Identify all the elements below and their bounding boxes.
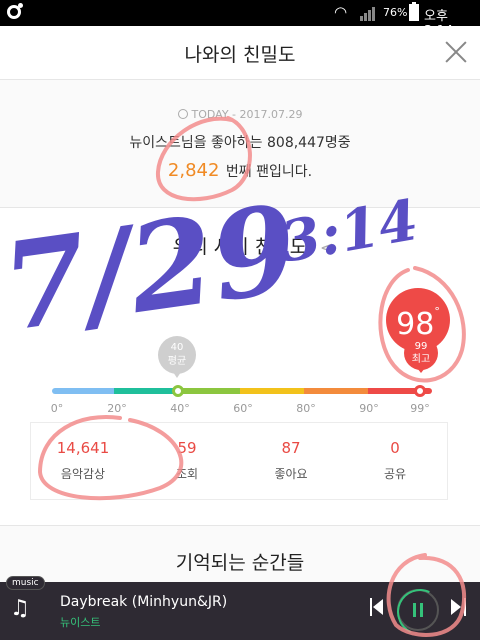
stat-value: 0 [390, 439, 400, 457]
next-track-icon[interactable] [450, 598, 466, 616]
status-bar: ◠ 76% 오후 3:14 [0, 0, 480, 39]
today-rank-section: TODAY - 2017.07.29 뉴이스트님을 좋아하는 808,447명중… [0, 80, 480, 208]
stat-label: 음악감상 [60, 467, 106, 481]
activity-stats: 14,641 음악감상 59 조회 87 좋아요 0 공유 [30, 422, 448, 500]
gauge-average-marker [172, 385, 184, 397]
gauge-my-marker [414, 385, 426, 397]
today-date: 2017.07.29 [239, 108, 303, 121]
average-score-label: 평균 [167, 356, 187, 367]
stat-value: 59 [177, 439, 197, 457]
fan-rank-number: 2,842 [167, 160, 220, 181]
gauge-tick: 20° [107, 402, 127, 415]
pause-icon [420, 603, 423, 617]
song-artist[interactable]: 뉴이스트 [60, 614, 100, 630]
average-score-value: 40 [170, 342, 184, 353]
music-tag: music [6, 576, 45, 590]
stat-shares[interactable]: 0 공유 [343, 423, 447, 499]
intimacy-title: 우리 사이 친밀도 [172, 236, 308, 258]
page-header: 나와의 친밀도 [0, 26, 480, 80]
mini-player[interactable]: music ♫ Daybreak (Minhyun&JR) 뉴이스트 [0, 576, 480, 640]
max-score-pointer [417, 368, 425, 373]
app-logo-icon [7, 3, 23, 19]
pause-button[interactable] [397, 589, 439, 631]
average-score-pointer [173, 372, 181, 378]
stat-views[interactable]: 59 조회 [135, 423, 239, 499]
clock-icon [177, 109, 188, 119]
gauge-tick: 80° [296, 402, 316, 415]
max-score-bubble: 99 최고 [404, 336, 438, 370]
fan-rank-text: 2,842 번째 팬입니다. [0, 160, 480, 181]
previous-track-icon[interactable] [370, 598, 386, 616]
gauge-segment [114, 388, 178, 394]
gauge-tick: 99° [410, 402, 430, 415]
stat-label: 조회 [175, 467, 199, 481]
stat-value: 14,641 [56, 439, 110, 457]
share-icon[interactable]: < [320, 238, 333, 257]
battery-icon [409, 2, 419, 21]
signal-icon [360, 4, 378, 21]
playlist-icon[interactable]: ♫ [10, 596, 30, 621]
page-title: 나와의 친밀도 [184, 44, 296, 66]
stat-play[interactable]: 14,641 음악감상 [31, 423, 135, 499]
pause-icon [413, 603, 416, 617]
stat-label: 공유 [383, 467, 407, 481]
gauge-segment [178, 388, 240, 394]
song-title[interactable]: Daybreak (Minhyun&JR) [60, 594, 227, 610]
memories-section: 기억되는 순간들 [0, 526, 480, 582]
intimacy-section: 우리 사이 친밀도 < 98° 99 최고 40 평균 0° 20° 40° 6… [0, 208, 480, 526]
gauge-tick: 0° [50, 402, 64, 415]
memories-title: 기억되는 순간들 [175, 552, 305, 574]
stat-value: 87 [281, 439, 301, 457]
intimacy-gauge [52, 385, 432, 397]
gauge-segment [304, 388, 368, 394]
stat-likes[interactable]: 87 좋아요 [239, 423, 343, 499]
gauge-segment [52, 388, 114, 394]
today-date-line: TODAY - 2017.07.29 [0, 108, 480, 121]
fan-count-text: 뉴이스트님을 좋아하는 808,447명중 [129, 135, 351, 151]
gauge-tick: 60° [233, 402, 253, 415]
my-score-degree: ° [434, 305, 440, 318]
max-score-value: 99 [414, 341, 428, 352]
stat-label: 좋아요 [274, 467, 308, 481]
wifi-icon: ◠ [334, 3, 348, 21]
today-label: TODAY [191, 108, 229, 121]
average-score-bubble: 40 평균 [158, 336, 196, 374]
gauge-segment [240, 388, 304, 394]
gauge-tick: 90° [359, 402, 379, 415]
battery-percent: 76% [383, 6, 408, 19]
close-icon[interactable] [444, 40, 468, 64]
gauge-tick: 40° [170, 402, 190, 415]
max-score-label: 최고 [411, 354, 431, 365]
fan-rank-suffix: 번째 팬입니다. [225, 164, 313, 180]
gauge-ticks: 0° 20° 40° 60° 80° 90° 99° [0, 402, 480, 418]
